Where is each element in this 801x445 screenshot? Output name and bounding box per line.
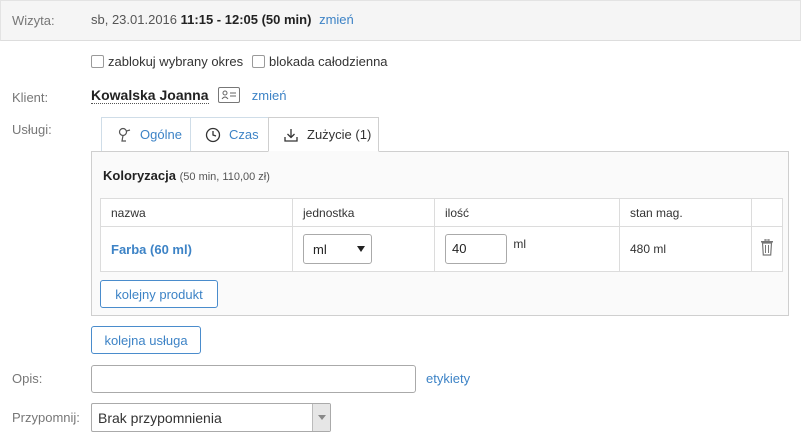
col-name: nazwa (100, 198, 293, 227)
trash-icon[interactable] (760, 238, 774, 256)
col-unit: jednostka (292, 198, 435, 227)
tab-time[interactable]: Czas (190, 117, 269, 151)
unit-select[interactable]: ml (303, 234, 372, 264)
tab-general-label: Ogólne (140, 127, 182, 142)
col-stock: stan mag. (619, 198, 752, 227)
visit-label: Wizyta: (12, 13, 55, 28)
tab-general[interactable]: Ogólne (101, 117, 191, 151)
caret-down-icon (317, 415, 326, 420)
unit-select-value: ml (313, 241, 327, 257)
stock-value: 480 ml (619, 226, 752, 272)
block-option-period[interactable]: zablokuj wybrany okres (91, 54, 243, 69)
block-period-checkbox[interactable] (91, 55, 104, 68)
add-service-button[interactable]: kolejna usługa (91, 326, 201, 354)
services-label: Usługi: (12, 122, 52, 137)
download-icon (284, 128, 298, 142)
table-header-row: nazwa jednostka ilość stan mag. (100, 198, 783, 227)
visit-datetime: sb, 23.01.2016 11:15 - 12:05 (50 min) zm… (91, 12, 354, 27)
col-actions (751, 198, 783, 227)
block-period-label: zablokuj wybrany okres (108, 54, 244, 69)
block-fullday-label: blokada całodzienna (269, 54, 388, 69)
tab-time-label: Czas (229, 127, 259, 142)
product-name-link[interactable]: Farba (60 ml) (111, 242, 192, 257)
description-input[interactable] (91, 365, 416, 393)
visit-change-link[interactable]: zmień (319, 12, 354, 27)
quantity-input[interactable]: 40 (445, 234, 507, 264)
col-quantity: ilość (434, 198, 620, 227)
reminder-select-value: Brak przypomnienia (98, 409, 222, 426)
client-row: Kowalska Joanna zmień (91, 87, 287, 104)
visit-date: sb, 23.01.2016 (91, 12, 178, 27)
quantity-unit: ml (513, 237, 527, 252)
client-label: Klient: (12, 90, 49, 105)
tab-consumption-label: Zużycie (1) (307, 127, 372, 142)
reminder-select[interactable]: Brak przypomnienia (91, 403, 331, 432)
table-row: Farba (60 ml) ml 40 ml 480 ml (100, 226, 783, 272)
visit-time: 11:15 - 12:05 (50 min) (180, 12, 312, 27)
description-label: Opis: (12, 371, 43, 386)
caret-down-icon (357, 246, 365, 252)
clock-icon (205, 127, 221, 142)
block-fullday-checkbox[interactable] (252, 55, 265, 68)
service-details: (50 min, 110,00 zł) (179, 171, 270, 183)
hair-dryer-icon (118, 127, 131, 142)
consumption-panel: Koloryzacja (50 min, 110,00 zł) nazwa je… (91, 151, 789, 316)
service-heading: Koloryzacja (50 min, 110,00 zł) (103, 168, 270, 183)
tags-link[interactable]: etykiety (426, 371, 470, 386)
client-change-link[interactable]: zmień (252, 88, 287, 103)
service-name: Koloryzacja (103, 168, 176, 183)
block-option-fullday[interactable]: blokada całodzienna (252, 54, 388, 69)
tab-consumption[interactable]: Zużycie (1) (268, 117, 379, 152)
reminder-label: Przypomnij: (12, 410, 80, 425)
add-product-button[interactable]: kolejny produkt (100, 280, 218, 308)
client-name[interactable]: Kowalska Joanna (91, 87, 209, 104)
reminder-select-arrow[interactable] (312, 404, 330, 431)
contact-card-icon[interactable] (218, 87, 241, 103)
products-table: nazwa jednostka ilość stan mag. Farba (6… (100, 198, 783, 272)
